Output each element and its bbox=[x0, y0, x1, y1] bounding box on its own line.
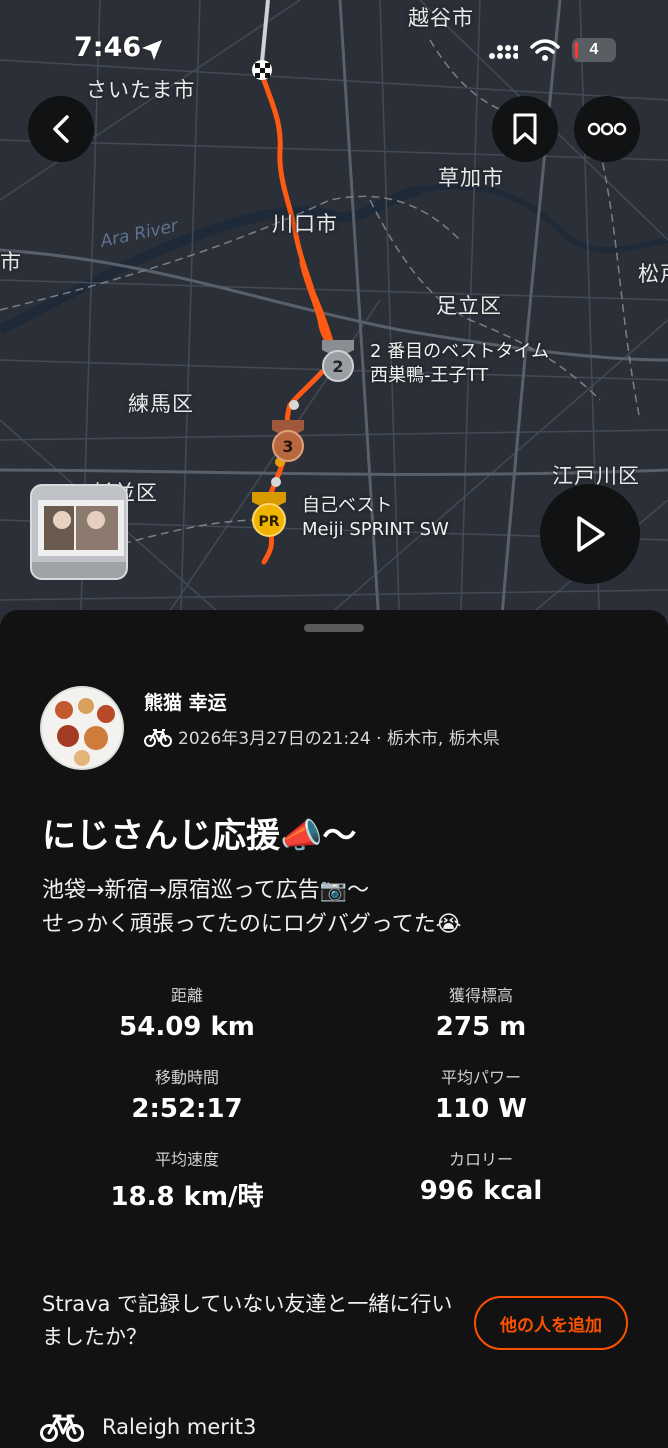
status-time: 7:46 bbox=[74, 32, 142, 63]
map-label-matsudo: 松戸 bbox=[638, 262, 668, 286]
more-options-button[interactable] bbox=[574, 96, 640, 162]
segment-label-pr-line2: Meiji SPRINT SW bbox=[302, 519, 449, 540]
description-line-2: せっかく頑張ってたのにログバグってた😭 bbox=[42, 912, 462, 937]
add-others-button[interactable]: 他の人を追加 bbox=[474, 1296, 628, 1350]
segment-badge-pr-icon[interactable]: PR bbox=[248, 490, 290, 538]
sheet-drag-handle[interactable] bbox=[304, 624, 364, 632]
map-label-adachi: 足立区 bbox=[436, 294, 502, 318]
stat-elevation-gain: 獲得標高 275 m bbox=[334, 982, 628, 1042]
gear-row[interactable]: Raleigh merit3 bbox=[40, 1412, 256, 1442]
activity-title: にじさんじ応援📣〜 bbox=[42, 816, 357, 856]
segment-badge-2-icon[interactable]: 2 bbox=[318, 338, 358, 384]
stat-value: 996 kcal bbox=[419, 1176, 543, 1206]
stat-label: 平均パワー bbox=[440, 1068, 521, 1087]
battery-indicator: 4 bbox=[572, 38, 616, 62]
segment-badge-2-text: 2 bbox=[332, 357, 343, 376]
segment-label-2[interactable]: 2 番目のベストタイム 西巣鴨-王子TT bbox=[370, 340, 549, 388]
play-flyover-button[interactable] bbox=[540, 484, 640, 584]
stat-avg-power: 平均パワー 110 W bbox=[334, 1064, 628, 1124]
map-label-shiki: 志木市 bbox=[0, 250, 22, 274]
gear-name: Raleigh merit3 bbox=[102, 1415, 257, 1439]
map-label-soka: 草加市 bbox=[438, 166, 504, 190]
stat-value: 54.09 km bbox=[119, 1012, 255, 1042]
photo-thumbnail-image bbox=[32, 486, 126, 578]
wifi-icon bbox=[530, 39, 560, 61]
activity-meta: 2026年3月27日の21:24 · 栃木市, 栃木県 bbox=[144, 724, 500, 749]
location-arrow-icon bbox=[142, 40, 162, 60]
bookmark-icon bbox=[513, 113, 537, 145]
chevron-left-icon bbox=[53, 115, 69, 143]
stat-label: カロリー bbox=[448, 1150, 513, 1169]
avatar[interactable] bbox=[40, 686, 124, 770]
stat-value: 110 W bbox=[434, 1094, 527, 1124]
bookmark-button[interactable] bbox=[492, 96, 558, 162]
status-indicators: 4 bbox=[488, 38, 616, 62]
activity-map[interactable]: 越谷市 さいたま市 草加市 川口市 足立区 練馬区 江戸川区 杉並区 松戸 志木… bbox=[0, 0, 668, 640]
cellular-signal-icon bbox=[489, 45, 518, 59]
map-label-saitama: さいたま市 bbox=[86, 78, 196, 102]
description-line-1: 池袋→新宿→原宿巡って広告📷〜 bbox=[42, 878, 370, 903]
stat-label: 平均速度 bbox=[154, 1150, 219, 1169]
activity-meta-text: 2026年3月27日の21:24 · 栃木市, 栃木県 bbox=[178, 729, 500, 749]
activity-description: 池袋→新宿→原宿巡って広告📷〜 せっかく頑張ってたのにログバグってた😭 bbox=[42, 874, 462, 942]
activity-detail-sheet[interactable]: 熊猫 幸运 2026年3月27日の21:24 · 栃木市, 栃木県 にじさんじ応… bbox=[0, 610, 668, 1448]
segment-badge-pr-text: PR bbox=[258, 514, 279, 530]
stat-label: 獲得標高 bbox=[448, 986, 513, 1005]
bike-icon bbox=[144, 728, 172, 747]
map-label-nerima: 練馬区 bbox=[128, 392, 194, 416]
photo-thumbnail[interactable] bbox=[30, 484, 128, 580]
back-button[interactable] bbox=[28, 96, 94, 162]
stat-calories: カロリー 996 kcal bbox=[334, 1146, 628, 1213]
stat-value: 18.8 km/時 bbox=[110, 1182, 264, 1212]
stat-label: 距離 bbox=[170, 986, 203, 1005]
stat-value: 2:52:17 bbox=[131, 1094, 243, 1124]
stats-grid: 距離 54.09 km 獲得標高 275 m 移動時間 2:52:17 平均パワ… bbox=[40, 982, 628, 1213]
stat-moving-time: 移動時間 2:52:17 bbox=[40, 1064, 334, 1124]
stat-avg-speed: 平均速度 18.8 km/時 bbox=[40, 1146, 334, 1213]
play-icon bbox=[577, 516, 605, 552]
segment-badge-3-text: 3 bbox=[282, 437, 293, 456]
bike-icon bbox=[40, 1414, 84, 1442]
map-label-koshigaya: 越谷市 bbox=[408, 6, 474, 30]
segment-label-2-line2: 西巣鴨-王子TT bbox=[370, 365, 489, 386]
stat-value: 275 m bbox=[435, 1012, 527, 1042]
stat-label: 移動時間 bbox=[154, 1068, 219, 1087]
segment-badge-3-icon[interactable]: 3 bbox=[268, 418, 308, 464]
more-horizontal-icon bbox=[587, 122, 627, 136]
segment-label-pr[interactable]: 自己ベスト Meiji SPRINT SW bbox=[302, 494, 449, 542]
segment-label-pr-line1: 自己ベスト bbox=[302, 495, 393, 516]
avatar-image bbox=[42, 688, 122, 768]
add-friends-prompt: Strava で記録していない友達と一緒に行いましたか？ bbox=[42, 1292, 453, 1349]
athlete-name[interactable]: 熊猫 幸运 bbox=[144, 688, 227, 715]
stat-distance: 距離 54.09 km bbox=[40, 982, 334, 1042]
map-label-kawaguchi: 川口市 bbox=[272, 212, 338, 236]
segment-label-2-line1: 2 番目のベストタイム bbox=[370, 341, 550, 362]
